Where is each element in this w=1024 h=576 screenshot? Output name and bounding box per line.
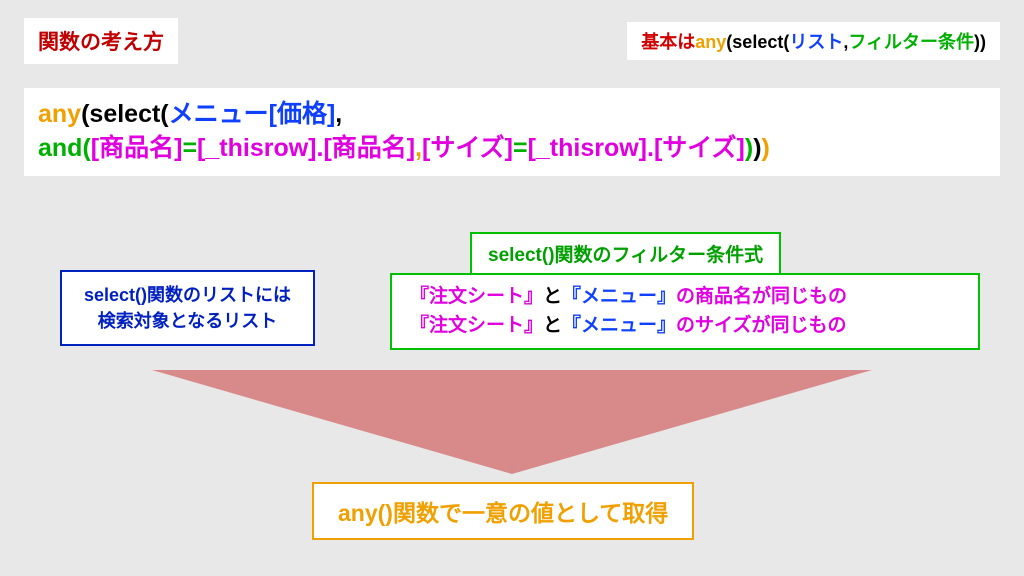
expr-b2: [_thisrow].[サイズ] (528, 134, 745, 162)
hint-list: リスト (789, 32, 843, 52)
expression-box: any(select(メニュー[価格], and([商品名]=[_thisrow… (24, 88, 1000, 176)
expr-and: and( (38, 134, 91, 162)
r2-b: と (543, 315, 562, 336)
page-title: 関数の考え方 (24, 18, 178, 64)
hint-prefix: 基本は (641, 32, 695, 52)
expr-a1: [商品名] (91, 134, 183, 162)
hint-select: select (732, 32, 783, 52)
r2-c: 『メニュー』 (562, 315, 676, 336)
expr-comma1: , (335, 100, 342, 128)
expr-b1: [サイズ] (422, 134, 513, 162)
expr-close-inner: ) (745, 134, 753, 162)
r1-b: と (543, 286, 562, 307)
r2-a: 『注文シート』 (410, 315, 543, 336)
r1-c: 『メニュー』 (562, 286, 676, 307)
expr-select: select( (89, 100, 168, 128)
expr-comma2: , (415, 134, 422, 162)
hint-any: any (695, 32, 726, 52)
right-note-row-2: 『注文シート』と『メニュー』のサイズが同じもの (410, 312, 960, 341)
hint-filter: フィルター条件 (848, 32, 974, 52)
expr-eq2: = (513, 134, 528, 162)
hint-box: 基本はany(select(リスト,フィルター条件)) (627, 22, 1000, 60)
expr-close-any: ) (762, 134, 770, 162)
bottom-result-box: any()関数で一意の値として取得 (312, 482, 694, 540)
r1-a: 『注文シート』 (410, 286, 543, 307)
expr-menu: メニュー[価格] (169, 100, 336, 128)
left-note-box: select()関数のリストには 検索対象となるリスト (60, 270, 315, 346)
expression-line-2: and([商品名]=[_thisrow].[商品名],[サイズ]=[_thisr… (38, 132, 986, 166)
right-note-row-1: 『注文シート』と『メニュー』の商品名が同じもの (410, 283, 960, 312)
expr-close-sel: ) (753, 134, 761, 162)
expr-any: any (38, 100, 81, 128)
left-note-line-2: 検索対象となるリスト (84, 308, 291, 334)
right-note-label: select()関数のフィルター条件式 (470, 232, 781, 275)
expression-line-1: any(select(メニュー[価格], (38, 98, 986, 132)
expr-a2: [_thisrow].[商品名] (197, 134, 415, 162)
right-note-box: 『注文シート』と『メニュー』の商品名が同じもの 『注文シート』と『メニュー』のサ… (390, 273, 980, 350)
r2-d: のサイズが同じもの (676, 315, 846, 336)
expr-eq1: = (182, 134, 197, 162)
left-note-line-1: select()関数のリストには (84, 282, 291, 308)
right-note-group: select()関数のフィルター条件式 『注文シート』と『メニュー』の商品名が同… (390, 232, 980, 350)
down-arrow-icon (152, 370, 872, 474)
r1-d: の商品名が同じもの (676, 286, 847, 307)
hint-close: )) (974, 32, 986, 52)
